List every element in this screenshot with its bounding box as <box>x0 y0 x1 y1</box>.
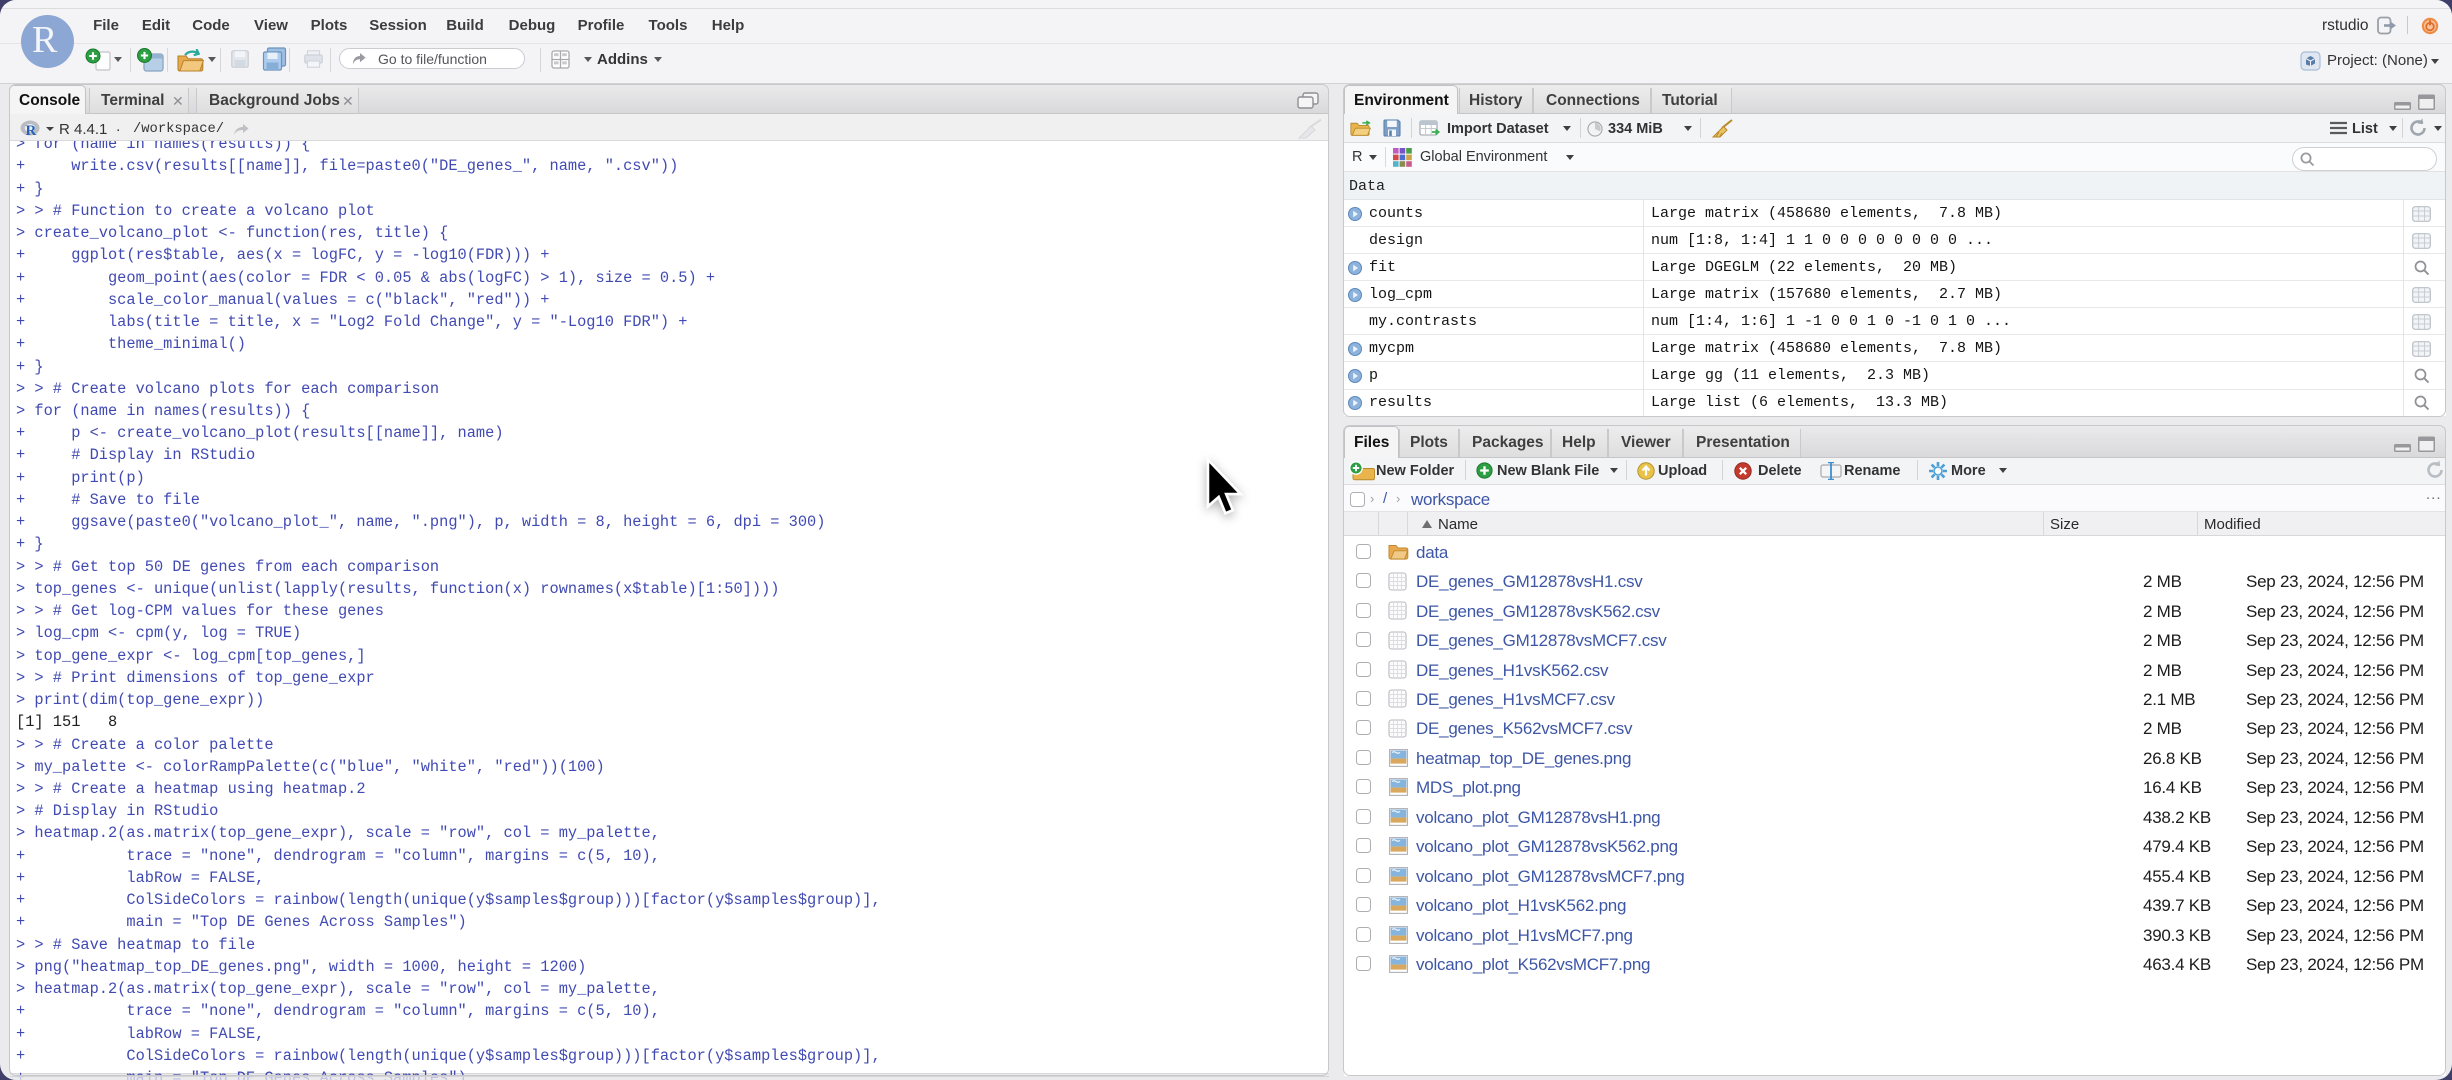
svg-text:R: R <box>26 123 37 138</box>
